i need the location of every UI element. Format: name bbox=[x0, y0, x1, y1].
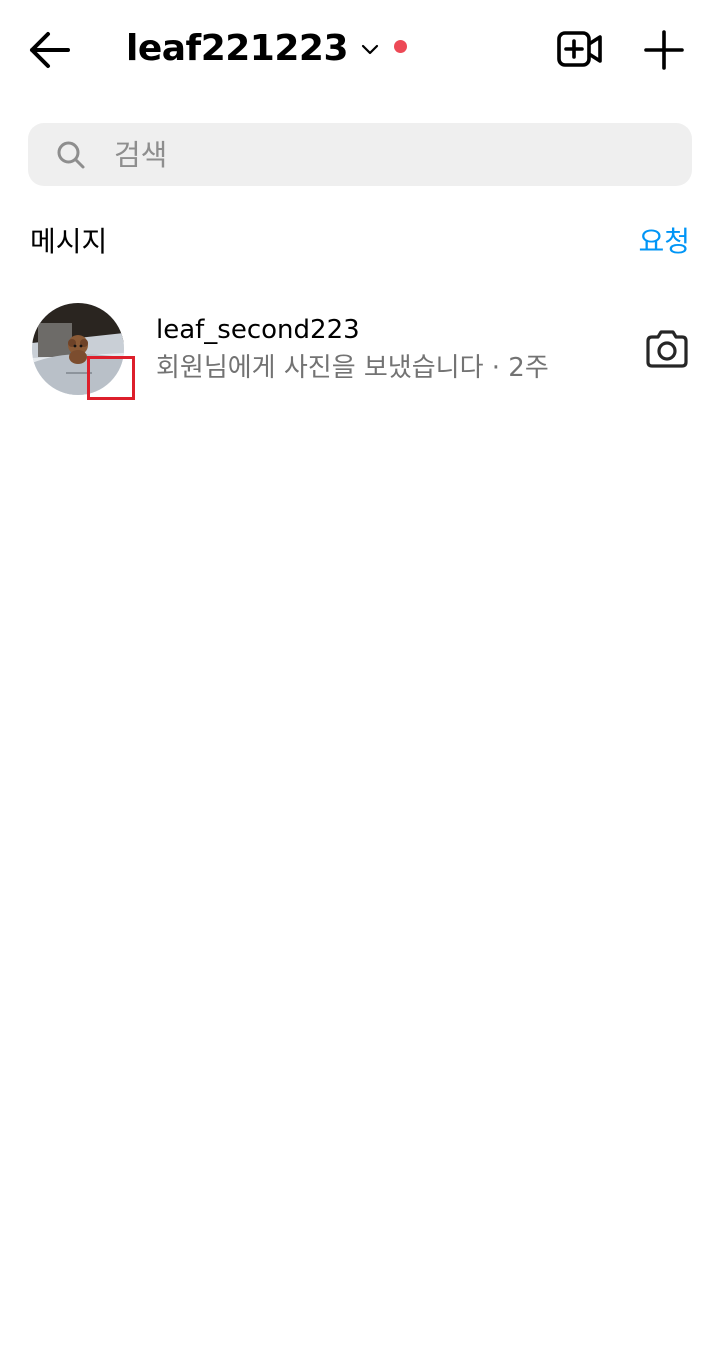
thread-preview: 회원님에게 사진을 보냈습니다 · 2주 bbox=[156, 353, 549, 383]
account-switcher[interactable]: leaf221223 bbox=[126, 22, 408, 76]
plus-icon bbox=[644, 30, 684, 70]
search-input[interactable] bbox=[112, 131, 676, 179]
new-message-button[interactable] bbox=[642, 28, 686, 72]
highlight-box bbox=[87, 356, 135, 400]
notification-dot bbox=[394, 39, 408, 53]
chevron-down-icon bbox=[361, 44, 379, 55]
account-username: leaf221223 bbox=[126, 28, 349, 69]
camera-icon bbox=[646, 330, 688, 368]
thread-username: leaf_second223 bbox=[156, 315, 360, 345]
top-bar: leaf221223 bbox=[0, 0, 720, 100]
requests-link[interactable]: 요청 bbox=[638, 222, 690, 262]
camera-button[interactable] bbox=[644, 328, 690, 370]
back-button[interactable] bbox=[24, 26, 74, 74]
messages-section-title: 메시지 bbox=[30, 225, 108, 258]
conversation-row[interactable]: leaf_second223 회원님에게 사진을 보냈습니다 · 2주 bbox=[0, 290, 720, 410]
arrow-left-icon bbox=[30, 32, 70, 68]
search-bar[interactable] bbox=[28, 123, 692, 186]
search-icon bbox=[57, 141, 85, 169]
video-call-button[interactable] bbox=[556, 28, 604, 72]
video-plus-icon bbox=[557, 31, 602, 67]
